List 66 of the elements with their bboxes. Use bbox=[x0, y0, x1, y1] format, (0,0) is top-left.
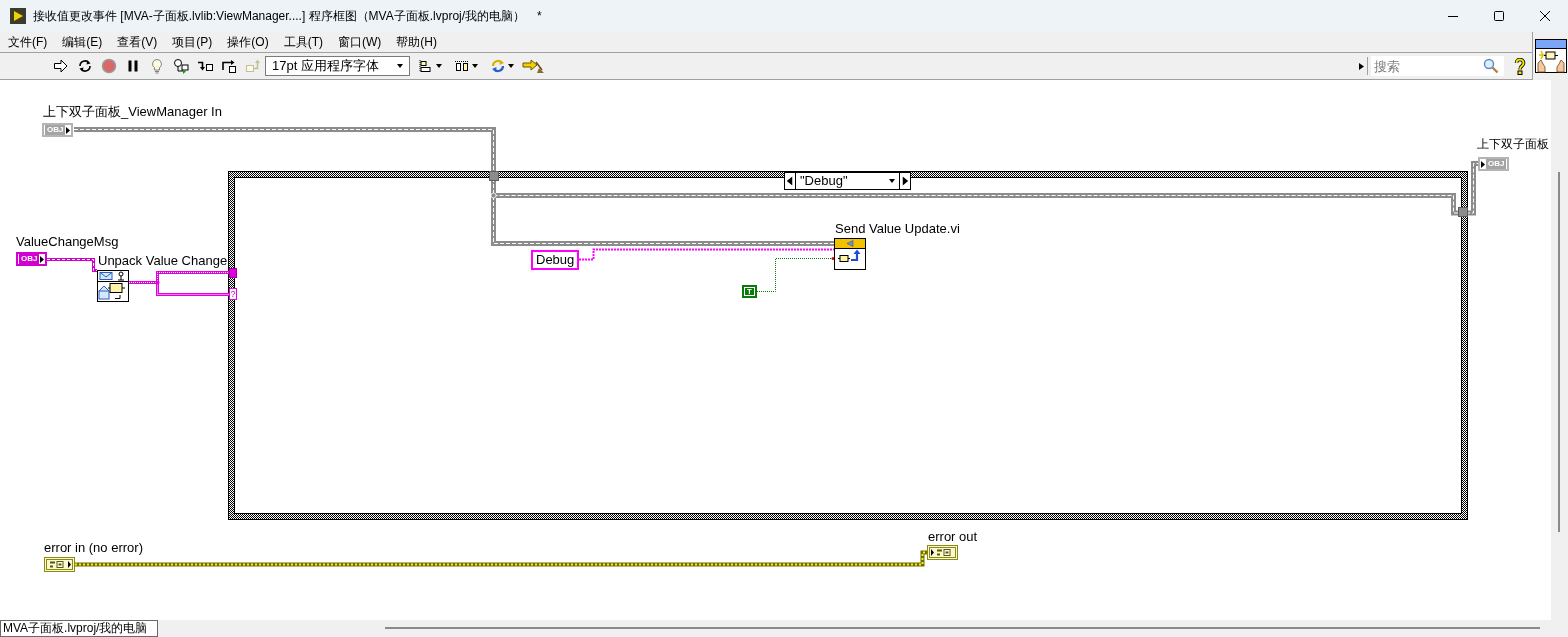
abort-icon[interactable] bbox=[101, 58, 117, 74]
terminal-label: 上下双子面板 bbox=[1477, 137, 1549, 152]
window-title: 接收值更改事件 [MVA-子面板.lvlib:ViewManager....] 程序框图（MVA子面板.lvproj/我的电脑） bbox=[33, 8, 526, 25]
close-icon bbox=[1540, 11, 1550, 21]
decrement-arrow-icon[interactable] bbox=[785, 173, 796, 189]
terminal-label: 上下双子面板_ViewManager In bbox=[43, 104, 222, 119]
caret-icon bbox=[436, 64, 442, 68]
search-icon bbox=[1482, 58, 1499, 74]
align-objects-button[interactable] bbox=[418, 58, 442, 74]
menu-item[interactable]: 窗口(W) bbox=[338, 34, 382, 50]
subvi-icon bbox=[834, 238, 866, 270]
scrollbar-thumb[interactable] bbox=[385, 627, 1540, 629]
menu-item[interactable]: 编辑(E) bbox=[62, 34, 103, 50]
type-tag: OBJ bbox=[19, 254, 40, 264]
minimize-icon bbox=[1448, 15, 1458, 17]
search-field[interactable]: 搜索 bbox=[1371, 56, 1477, 76]
unsaved-mark: * bbox=[537, 8, 542, 25]
reorder-icon[interactable] bbox=[490, 58, 506, 74]
scrollbar-thumb[interactable] bbox=[1558, 172, 1560, 532]
align-icon[interactable] bbox=[418, 58, 434, 74]
triangle-icon[interactable] bbox=[1359, 62, 1364, 70]
terminal-label: error in (no error) bbox=[44, 540, 143, 555]
boolean-constant: T bbox=[742, 285, 757, 298]
type-tag: OBJ bbox=[45, 125, 66, 135]
default-tunnel: ? bbox=[229, 288, 237, 300]
triangle-icon bbox=[66, 126, 71, 134]
font-dropdown[interactable]: 17pt 应用程序字体 bbox=[265, 56, 410, 76]
help-icon[interactable] bbox=[1514, 57, 1526, 75]
wire-tunnel bbox=[489, 171, 499, 181]
type-tag: OBJ bbox=[1486, 159, 1507, 169]
subvi-label: Send Value Update.vi bbox=[835, 221, 960, 236]
caret-icon bbox=[889, 179, 895, 183]
step-over-icon[interactable] bbox=[221, 58, 237, 74]
terminal-label: ValueChangeMsg bbox=[16, 234, 119, 249]
distribute-objects-button[interactable] bbox=[454, 58, 478, 74]
string-constant: Debug bbox=[531, 250, 580, 270]
search-button[interactable] bbox=[1477, 56, 1504, 76]
menu-item[interactable]: 帮助(H) bbox=[396, 34, 437, 50]
case-selector[interactable]: "Debug" bbox=[784, 172, 911, 190]
probe-icon[interactable] bbox=[173, 58, 189, 74]
wire-tunnel bbox=[229, 268, 237, 278]
menu-item[interactable]: 文件(F) bbox=[8, 34, 48, 50]
subvi-icon bbox=[97, 270, 129, 302]
bulb-icon[interactable] bbox=[149, 58, 165, 74]
context-path: MVA子面板.lvproj/我的电脑 bbox=[0, 620, 158, 637]
app-icon bbox=[10, 8, 26, 24]
menu-item[interactable]: 操作(O) bbox=[227, 34, 269, 50]
clean-up-icon[interactable] bbox=[522, 58, 544, 74]
caret-icon bbox=[397, 64, 403, 68]
distribute-icon[interactable] bbox=[454, 58, 470, 74]
caret-icon bbox=[508, 64, 514, 68]
subvi-label: Unpack Value Change bbox=[98, 253, 228, 268]
run-icon[interactable] bbox=[53, 58, 69, 74]
menu-item[interactable]: 查看(V) bbox=[117, 34, 158, 50]
run-continuously-icon[interactable] bbox=[77, 58, 93, 74]
vi-icon[interactable] bbox=[1534, 39, 1567, 73]
triangle-icon bbox=[1481, 160, 1485, 168]
menu-item[interactable]: 项目(P) bbox=[172, 34, 213, 50]
triangle-icon bbox=[40, 255, 45, 263]
wire-tunnel bbox=[1458, 207, 1468, 217]
menu-item[interactable]: 工具(T) bbox=[283, 34, 323, 50]
caret-icon bbox=[472, 64, 478, 68]
maximize-icon bbox=[1494, 11, 1504, 21]
increment-arrow-icon[interactable] bbox=[899, 173, 910, 189]
reorder-button[interactable] bbox=[490, 58, 514, 74]
terminal-label: error out bbox=[928, 529, 978, 544]
